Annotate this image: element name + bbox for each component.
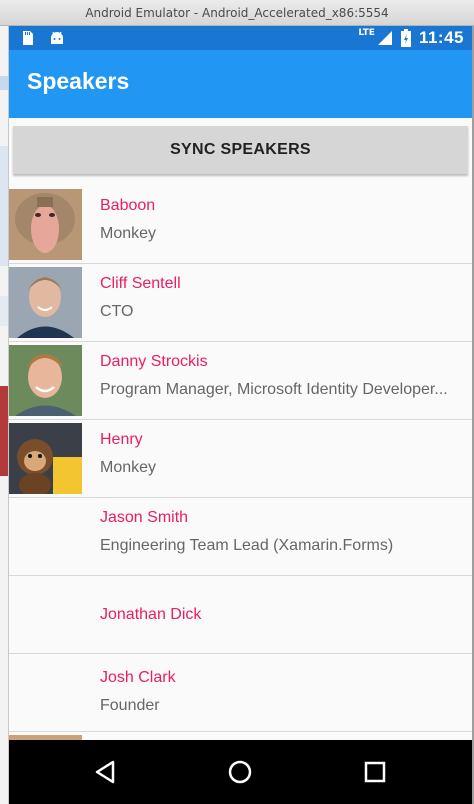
signal-icon [377, 31, 392, 45]
back-icon [95, 760, 115, 784]
list-item[interactable]: Baboon Monkey [9, 186, 472, 264]
device-screen: LTE 11:45 Speakers SYNC SPEAKERS Baboon … [9, 26, 472, 804]
status-bar: LTE 11:45 [9, 26, 472, 50]
back-button[interactable] [89, 756, 121, 788]
speaker-title: Engineering Team Lead (Xamarin.Forms) [100, 537, 394, 554]
sync-speakers-button[interactable]: SYNC SPEAKERS [13, 126, 468, 174]
baboon-avatar [9, 189, 82, 260]
app-bar: Speakers [9, 50, 472, 118]
speaker-name: Jason Smith [100, 509, 189, 526]
sd-card-icon [23, 31, 33, 45]
battery-icon [400, 29, 411, 47]
background-window [0, 26, 9, 804]
recents-icon [364, 761, 386, 783]
speaker-title: CTO [100, 303, 134, 320]
list-item[interactable]: Jonathan Dick [9, 576, 472, 654]
window-title: Android Emulator - Android_Accelerated_x… [0, 0, 474, 26]
status-time: 11:45 [418, 28, 464, 47]
speaker-title: Monkey [100, 459, 157, 476]
list-item[interactable]: Josh Clark Founder [9, 654, 472, 732]
speaker-name: Jonathan Dick [100, 606, 202, 623]
speaker-name: Danny Strockis [100, 353, 208, 370]
danny-avatar [9, 345, 82, 416]
speaker-name: Henry [100, 431, 143, 448]
henry-avatar [9, 423, 82, 494]
home-icon [228, 760, 252, 784]
speaker-name: Josh Clark [100, 669, 176, 686]
speaker-name: Cliff Sentell [100, 275, 181, 292]
network-type: LTE [358, 28, 375, 38]
navigation-bar [9, 740, 472, 804]
speaker-title: Monkey [100, 225, 157, 242]
list-item[interactable]: Jason Smith Engineering Team Lead (Xamar… [9, 498, 472, 576]
home-button[interactable] [224, 756, 256, 788]
list-item[interactable]: Danny Strockis Program Manager, Microsof… [9, 342, 472, 420]
speaker-name: Baboon [100, 197, 156, 214]
speaker-title: Founder [100, 697, 160, 714]
page-title: Speakers [27, 68, 130, 94]
recents-button[interactable] [359, 756, 391, 788]
cliff-avatar [9, 267, 82, 338]
list-item[interactable]: Henry Monkey [9, 420, 472, 498]
speaker-title: Program Manager, Microsoft Identity Deve… [100, 381, 448, 398]
android-icon [51, 31, 63, 44]
list-item[interactable]: Cliff Sentell CTO [9, 264, 472, 342]
